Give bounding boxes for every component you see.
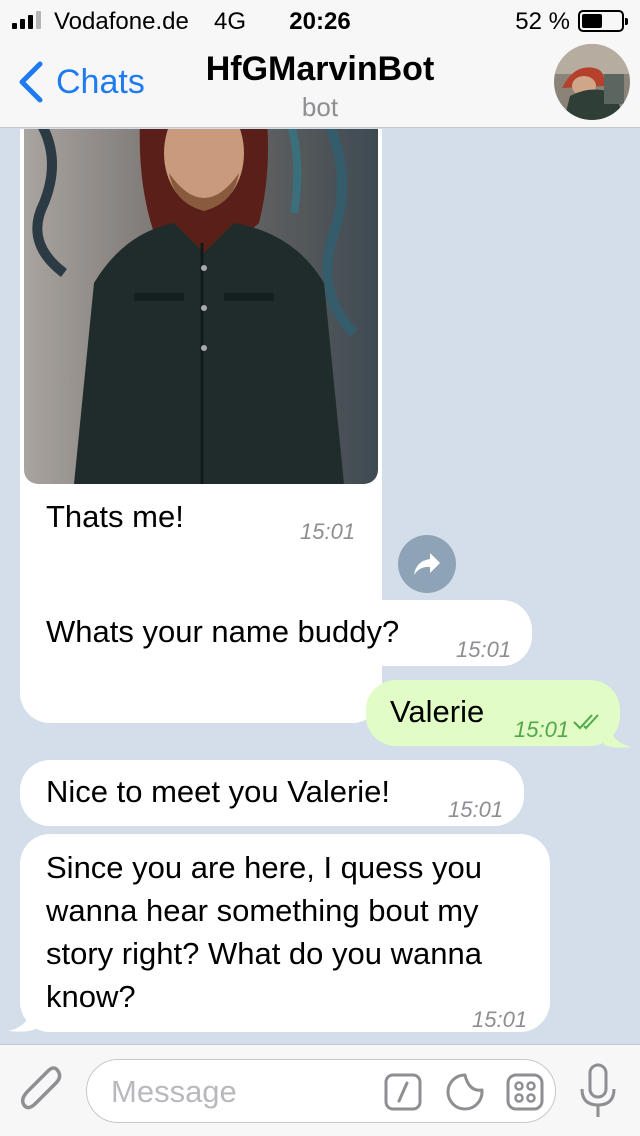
bubble-tail <box>8 999 36 1032</box>
message-input-bar: Message <box>0 1044 640 1136</box>
message-time: 15:01 <box>514 717 570 742</box>
message-time: 15:01 <box>456 637 512 662</box>
slash-command-icon[interactable] <box>383 1072 423 1112</box>
read-checkmarks-icon <box>573 714 599 730</box>
microphone-icon[interactable] <box>578 1063 618 1119</box>
paperclip-icon[interactable] <box>18 1065 66 1117</box>
message-bubble-outgoing[interactable]: Valerie 15:01 <box>366 680 620 746</box>
chat-header: Chats HfGMarvinBot bot <box>0 40 640 128</box>
message-input[interactable]: Message <box>86 1059 556 1123</box>
message-bubble-incoming[interactable]: Whats your name buddy? 15:01 <box>20 600 532 666</box>
forward-button[interactable] <box>398 535 456 593</box>
sticker-icon[interactable] <box>445 1072 485 1112</box>
message-list[interactable]: Thats me! 15:01 Whats your name buddy? 1… <box>0 129 640 1044</box>
battery-icon <box>578 10 628 32</box>
bot-avatar[interactable] <box>554 44 630 120</box>
message-text: Whats your name buddy? <box>46 614 400 649</box>
chat-title[interactable]: HfGMarvinBot <box>0 50 640 89</box>
message-text: Nice to meet you Valerie! <box>46 774 391 809</box>
message-text: Thats me! <box>46 499 184 534</box>
message-text: Since you are here, I quess you wanna he… <box>46 850 482 1014</box>
message-time: 15:01 <box>448 797 504 822</box>
forward-share-icon <box>414 553 440 575</box>
photo-attachment[interactable] <box>24 129 378 484</box>
message-bubble-incoming[interactable]: Nice to meet you Valerie! 15:01 <box>20 760 524 826</box>
chat-subtitle: bot <box>301 92 339 122</box>
status-bar: Vodafone.de 4G 20:26 52 % <box>0 0 640 40</box>
bot-keyboard-icon[interactable] <box>505 1072 545 1112</box>
message-bubble-incoming[interactable]: Since you are here, I quess you wanna he… <box>20 834 550 1032</box>
battery-percentage: 52 % <box>515 8 570 35</box>
message-time: 15:01 <box>472 1007 528 1032</box>
bubble-tail <box>604 715 632 748</box>
message-text: Valerie <box>390 694 485 729</box>
message-placeholder: Message <box>111 1074 237 1109</box>
message-time: 15:01 <box>300 519 356 544</box>
